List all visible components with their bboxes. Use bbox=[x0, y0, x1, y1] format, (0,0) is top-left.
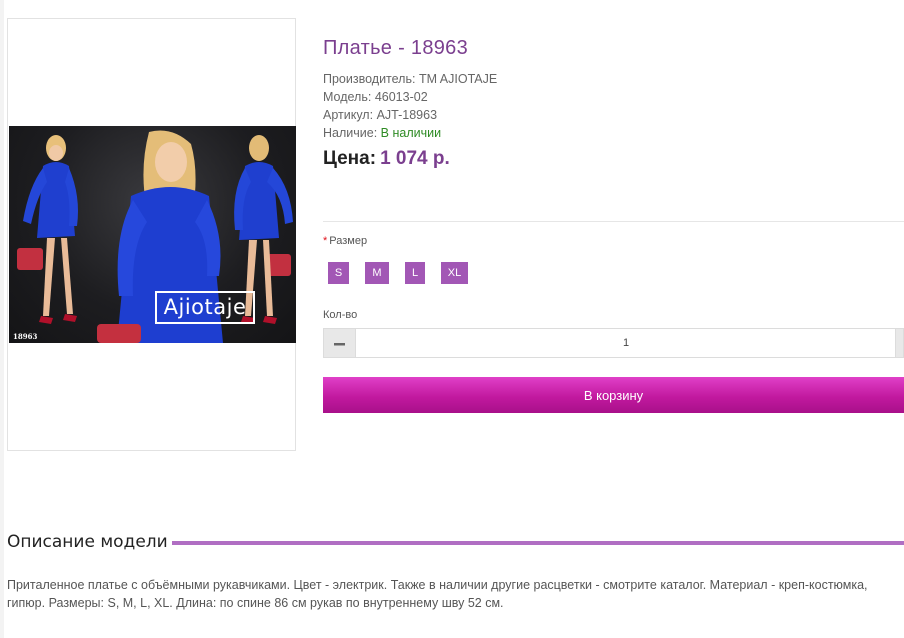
quantity-increase-button[interactable] bbox=[895, 329, 903, 357]
size-option-m[interactable]: M bbox=[365, 262, 389, 284]
product-image-frame[interactable]: Ajiotaje 18963 bbox=[7, 18, 296, 451]
price-value: 1 074 р. bbox=[380, 148, 450, 169]
quantity-stepper bbox=[323, 328, 904, 358]
quantity-input[interactable] bbox=[356, 329, 896, 357]
size-label: * Размер bbox=[323, 235, 367, 247]
size-label-text: Размер bbox=[329, 235, 368, 247]
quantity-decrease-button[interactable] bbox=[324, 329, 356, 357]
size-option-l[interactable]: L bbox=[405, 262, 425, 284]
required-mark: * bbox=[323, 235, 328, 247]
price-label: Цена: bbox=[323, 148, 377, 169]
product-photo[interactable]: Ajiotaje 18963 bbox=[9, 126, 296, 343]
model-left bbox=[17, 135, 78, 324]
manufacturer-label: Производитель: bbox=[323, 72, 416, 86]
model-value: 46013-02 bbox=[374, 90, 428, 104]
size-option-s[interactable]: S bbox=[328, 262, 349, 284]
description-heading-underline bbox=[172, 541, 904, 545]
sku-label: Артикул: bbox=[323, 108, 374, 122]
product-title: Платье - 18963 bbox=[323, 37, 469, 59]
description-text: Приталенное платье с объёмными рукавчика… bbox=[7, 578, 868, 610]
model-label: Модель: bbox=[323, 90, 372, 104]
price-row: Цена: 1 074 р. bbox=[323, 148, 450, 170]
product-info: Производитель: TM AJIOTAJE Модель: 46013… bbox=[323, 70, 497, 142]
manufacturer-link[interactable]: TM AJIOTAJE bbox=[419, 72, 497, 86]
brand-logo: Ajiotaje bbox=[155, 291, 255, 324]
photo-code: 18963 bbox=[13, 332, 38, 341]
quantity-label: Кол-во bbox=[323, 309, 358, 321]
description-heading: Описание модели bbox=[7, 532, 168, 552]
size-option-xl[interactable]: XL bbox=[441, 262, 468, 284]
minus-icon bbox=[334, 343, 345, 346]
add-to-cart-button[interactable]: В корзину bbox=[323, 377, 904, 413]
availability-status: В наличии bbox=[380, 126, 442, 140]
availability-label: Наличие: bbox=[323, 126, 378, 140]
manufacturer-row: Производитель: TM AJIOTAJE bbox=[323, 70, 497, 88]
sku-value: AJT-18963 bbox=[376, 108, 438, 122]
model-row: Модель: 46013-02 bbox=[323, 88, 497, 106]
page-edge-shadow bbox=[0, 0, 4, 638]
options-divider bbox=[323, 221, 904, 222]
availability-row: Наличие: В наличии bbox=[323, 124, 497, 142]
sku-row: Артикул: AJT-18963 bbox=[323, 106, 497, 124]
